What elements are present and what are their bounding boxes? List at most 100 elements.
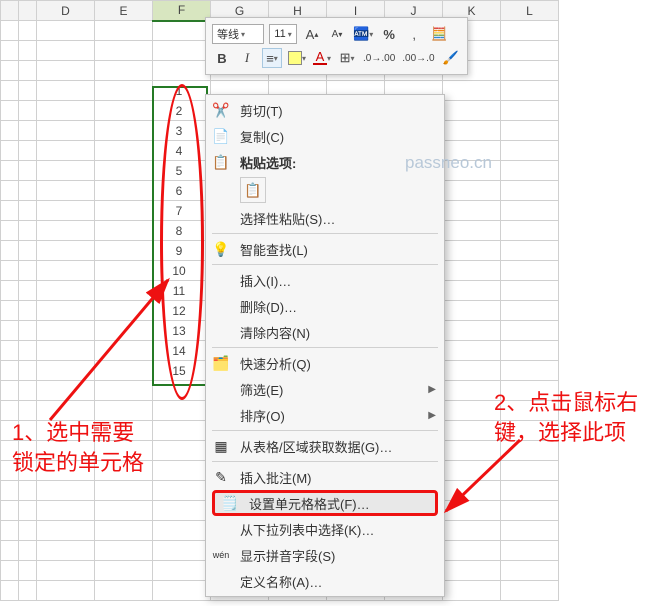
cell[interactable] bbox=[501, 441, 559, 461]
cell[interactable] bbox=[95, 421, 153, 441]
cell[interactable] bbox=[501, 561, 559, 581]
cell[interactable]: 10 bbox=[153, 261, 211, 281]
cell[interactable] bbox=[37, 101, 95, 121]
cell[interactable] bbox=[95, 141, 153, 161]
cell[interactable] bbox=[37, 521, 95, 541]
cell[interactable] bbox=[153, 541, 211, 561]
cell[interactable] bbox=[501, 241, 559, 261]
cell[interactable] bbox=[95, 301, 153, 321]
cell[interactable] bbox=[37, 61, 95, 81]
cell[interactable] bbox=[501, 421, 559, 441]
cell[interactable] bbox=[153, 401, 211, 421]
cell[interactable] bbox=[37, 441, 95, 461]
cell[interactable] bbox=[443, 281, 501, 301]
cell[interactable] bbox=[37, 581, 95, 601]
cell[interactable]: 8 bbox=[153, 221, 211, 241]
ctx-paste-special[interactable]: 选择性粘贴(S)… bbox=[206, 205, 444, 231]
cell[interactable] bbox=[443, 341, 501, 361]
cell[interactable] bbox=[443, 501, 501, 521]
cell[interactable] bbox=[37, 41, 95, 61]
cell[interactable]: 9 bbox=[153, 241, 211, 261]
cell[interactable] bbox=[501, 161, 559, 181]
cell[interactable] bbox=[501, 281, 559, 301]
cell[interactable] bbox=[37, 241, 95, 261]
cell[interactable] bbox=[443, 541, 501, 561]
cell[interactable] bbox=[443, 401, 501, 421]
cell[interactable] bbox=[501, 501, 559, 521]
cell[interactable]: 15 bbox=[153, 361, 211, 381]
cell[interactable] bbox=[153, 581, 211, 601]
cell[interactable] bbox=[501, 101, 559, 121]
cell[interactable] bbox=[153, 501, 211, 521]
cell[interactable]: 13 bbox=[153, 321, 211, 341]
ctx-delete[interactable]: 删除(D)… bbox=[206, 293, 444, 319]
cell[interactable] bbox=[37, 381, 95, 401]
cell[interactable]: 1 bbox=[153, 81, 211, 101]
cell[interactable] bbox=[37, 541, 95, 561]
cell[interactable] bbox=[37, 221, 95, 241]
cell[interactable] bbox=[443, 461, 501, 481]
cell[interactable] bbox=[95, 261, 153, 281]
cell[interactable] bbox=[37, 161, 95, 181]
cell[interactable] bbox=[37, 121, 95, 141]
cell[interactable] bbox=[443, 481, 501, 501]
ctx-quick-analysis[interactable]: 🗂️快速分析(Q) bbox=[206, 350, 444, 376]
cell[interactable] bbox=[501, 201, 559, 221]
cell[interactable] bbox=[95, 341, 153, 361]
cell[interactable] bbox=[443, 421, 501, 441]
cell[interactable] bbox=[37, 321, 95, 341]
ctx-define-name[interactable]: 定义名称(A)… bbox=[206, 568, 444, 594]
paste-normal-button[interactable]: 📋 bbox=[240, 177, 266, 203]
cell[interactable] bbox=[95, 461, 153, 481]
cell[interactable] bbox=[443, 101, 501, 121]
fill-color-button[interactable]: ▾ bbox=[287, 48, 307, 68]
cell[interactable]: 11 bbox=[153, 281, 211, 301]
borders-button[interactable]: ⊞▾ bbox=[337, 48, 357, 68]
cell[interactable] bbox=[153, 61, 211, 81]
cell[interactable] bbox=[501, 541, 559, 561]
cell[interactable] bbox=[501, 61, 559, 81]
cell[interactable] bbox=[95, 21, 153, 41]
cell[interactable] bbox=[37, 501, 95, 521]
cell[interactable] bbox=[37, 561, 95, 581]
comma-button[interactable]: , bbox=[404, 24, 424, 44]
cell[interactable] bbox=[443, 141, 501, 161]
col-header-E[interactable]: E bbox=[95, 1, 153, 21]
ctx-phonetic[interactable]: wén显示拼音字段(S) bbox=[206, 542, 444, 568]
cell[interactable] bbox=[501, 461, 559, 481]
bold-button[interactable]: B bbox=[212, 48, 232, 68]
ctx-from-table[interactable]: ▦从表格/区域获取数据(G)… bbox=[206, 433, 444, 459]
percent-button[interactable]: % bbox=[379, 24, 399, 44]
cell[interactable] bbox=[95, 441, 153, 461]
cell[interactable] bbox=[501, 301, 559, 321]
italic-button[interactable]: I bbox=[237, 48, 257, 68]
cell[interactable] bbox=[443, 241, 501, 261]
cell[interactable] bbox=[95, 241, 153, 261]
shrink-font-button[interactable]: A▾ bbox=[327, 24, 347, 44]
cell[interactable] bbox=[501, 21, 559, 41]
cell[interactable] bbox=[95, 481, 153, 501]
ctx-cut[interactable]: ✂️剪切(T) bbox=[206, 97, 444, 123]
cell[interactable] bbox=[153, 381, 211, 401]
cell[interactable] bbox=[95, 501, 153, 521]
ctx-copy[interactable]: 📄复制(C) bbox=[206, 123, 444, 149]
col-header-F[interactable]: F bbox=[153, 1, 211, 21]
cell[interactable] bbox=[501, 321, 559, 341]
cell[interactable] bbox=[501, 401, 559, 421]
cell[interactable]: 7 bbox=[153, 201, 211, 221]
cell[interactable] bbox=[95, 121, 153, 141]
cell[interactable] bbox=[501, 481, 559, 501]
cell[interactable] bbox=[95, 361, 153, 381]
cell[interactable] bbox=[501, 221, 559, 241]
ctx-sort[interactable]: 排序(O)▶ bbox=[206, 402, 444, 428]
format-painter-button[interactable]: 🖌️ bbox=[441, 48, 461, 68]
ctx-dropdown-pick[interactable]: 从下拉列表中选择(K)… bbox=[206, 516, 444, 542]
cell[interactable] bbox=[153, 521, 211, 541]
cell[interactable] bbox=[443, 381, 501, 401]
cell[interactable] bbox=[501, 181, 559, 201]
col-header-L[interactable]: L bbox=[501, 1, 559, 21]
cell[interactable]: 12 bbox=[153, 301, 211, 321]
cell[interactable] bbox=[95, 541, 153, 561]
cell[interactable] bbox=[443, 321, 501, 341]
cell[interactable] bbox=[501, 381, 559, 401]
